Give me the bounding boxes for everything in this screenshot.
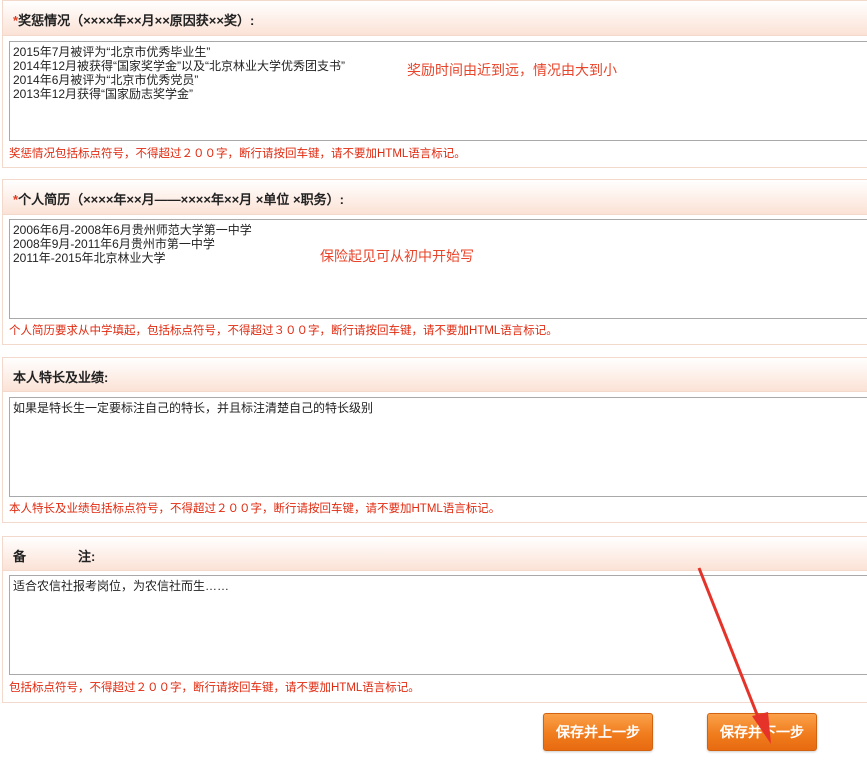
- talents-line: 如果是特长生一定要标注自己的特长，并且标注清楚自己的特长级别: [13, 401, 374, 415]
- talents-title: 本人特长及业绩:: [13, 367, 108, 386]
- resume-header: *个人简历（××××年××月——××××年××月 ×单位 ×职务）:: [3, 180, 867, 215]
- talents-hint: 本人特长及业绩包括标点符号，不得超过２００字，断行请按回车键，请不要加HTML语…: [9, 503, 501, 515]
- awards-header: *奖惩情况（××××年××月××原因获××奖）:: [3, 1, 867, 36]
- talents-textarea[interactable]: 如果是特长生一定要标注自己的特长，并且标注清楚自己的特长级别: [9, 397, 867, 497]
- awards-line: 2013年12月获得“国家励志奖学金”: [13, 87, 194, 101]
- remarks-title-text: 备 注:: [13, 549, 96, 564]
- remarks-hint: 包括标点符号，不得超过２００字，断行请按回车键，请不要加HTML语言标记。: [9, 682, 420, 694]
- remarks-section: 备 注: 适合农信社报考岗位，为农信社而生…… 包括标点符号，不得超过２００字，…: [2, 536, 867, 703]
- remarks-title: 备 注:: [13, 546, 95, 565]
- resume-section: *个人简历（××××年××月——××××年××月 ×单位 ×职务）: 2006年…: [2, 179, 867, 345]
- page: { "sections": [ { "title_req": "*", "tit…: [0, 0, 867, 760]
- awards-hint: 奖惩情况包括标点符号，不得超过２００字，断行请按回车键，请不要加HTML语言标记…: [9, 148, 466, 160]
- resume-line: 2006年6月-2008年6月贵州师范大学第一中学: [13, 223, 252, 237]
- resume-title-text: 个人简历（××××年××月——××××年××月 ×单位 ×职务）:: [18, 192, 344, 207]
- remarks-textarea[interactable]: 适合农信社报考岗位，为农信社而生……: [9, 575, 867, 675]
- awards-line: 2015年7月被评为“北京市优秀毕业生”: [13, 45, 211, 59]
- awards-title: *奖惩情况（××××年××月××原因获××奖）:: [13, 10, 254, 29]
- resume-hint: 个人简历要求从中学填起，包括标点符号，不得超过３００字，断行请按回车键，请不要加…: [9, 325, 558, 337]
- resume-textarea[interactable]: 2006年6月-2008年6月贵州师范大学第一中学 2008年9月-2011年6…: [9, 219, 867, 319]
- talents-header: 本人特长及业绩:: [3, 358, 867, 392]
- resume-annotation: 保险起见可从初中开始写: [320, 248, 474, 264]
- awards-textarea[interactable]: 2015年7月被评为“北京市优秀毕业生” 2014年12月被获得“国家奖学金”以…: [9, 41, 867, 141]
- remarks-header: 备 注:: [3, 537, 867, 571]
- awards-annotation: 奖励时间由近到远，情况由大到小: [407, 62, 617, 78]
- resume-title: *个人简历（××××年××月——××××年××月 ×单位 ×职务）:: [13, 189, 344, 208]
- awards-section: *奖惩情况（××××年××月××原因获××奖）: 2015年7月被评为“北京市优…: [2, 0, 867, 168]
- remarks-line: 适合农信社报考岗位，为农信社而生……: [13, 579, 230, 593]
- talents-title-text: 本人特长及业绩:: [13, 370, 109, 385]
- talents-section: 本人特长及业绩: 如果是特长生一定要标注自己的特长，并且标注清楚自己的特长级别 …: [2, 357, 867, 523]
- save-and-previous-button[interactable]: 保存并上一步: [543, 713, 653, 751]
- watermark-logo: [760, 690, 820, 742]
- awards-title-text: 奖惩情况（××××年××月××原因获××奖）:: [18, 13, 255, 28]
